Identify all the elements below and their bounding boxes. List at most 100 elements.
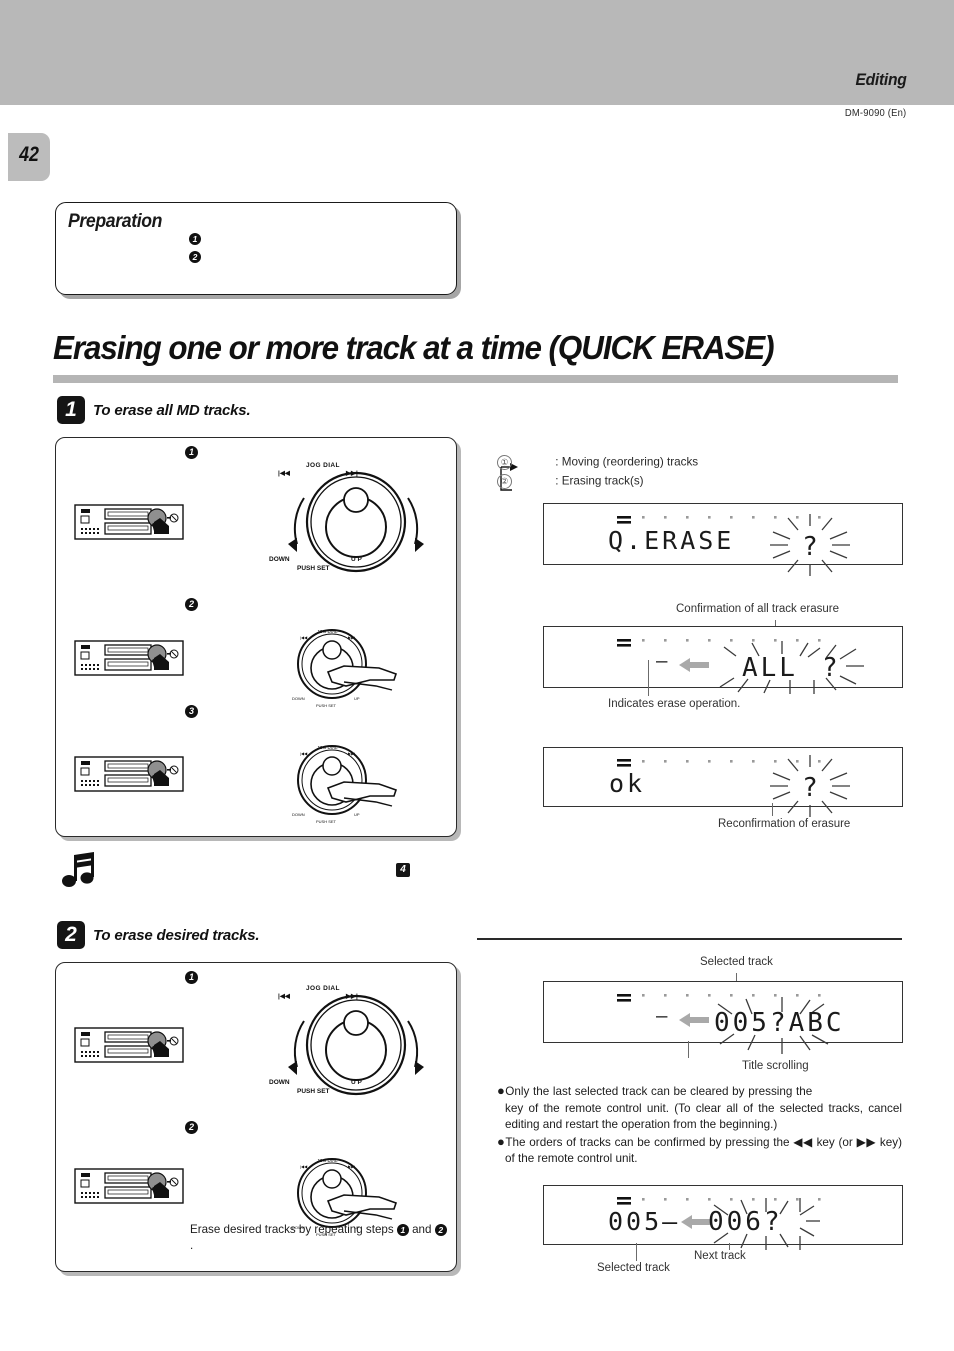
legend-row-1: ① : Moving (reordering) tracks <box>497 455 698 474</box>
md-deck-illustration-2 <box>74 640 184 676</box>
display-flash-burst-5: 006? <box>708 1198 820 1250</box>
svg-text:|◀◀: |◀◀ <box>300 635 308 640</box>
jog-dial-up-label: U P <box>351 556 362 563</box>
music-note-icon <box>62 852 94 887</box>
skip-forward-icon: ▶▶| <box>346 470 358 477</box>
repeat-note-text-after: . <box>190 1239 194 1252</box>
md-deck-illustration-4 <box>74 1027 184 1063</box>
display-ok: ok ? <box>543 747 903 817</box>
step-2-number: 2 <box>57 921 85 949</box>
svg-text:DOWN: DOWN <box>292 812 305 817</box>
figure-2-substep-2-number: 2 <box>185 1121 198 1134</box>
step-1-figure: 1 JOG DIAL |◀◀ ▶▶| DOWN U P PUSH SET 2 J… <box>55 437 457 837</box>
step-2-label: To erase desired tracks. <box>93 927 260 944</box>
display-all-flash: ? <box>822 653 838 683</box>
preparation-item-1-number: 1 <box>189 233 201 245</box>
rewind-key-icon: ◀◀ <box>793 1134 813 1149</box>
note-1-part2: key of the remote control unit. (To clea… <box>505 1101 902 1132</box>
display-q-erase: Q.ERASE ? <box>543 503 903 576</box>
svg-text:?: ? <box>802 532 818 562</box>
display-005-006: 005— 006? <box>543 1185 903 1250</box>
display-dash-indicator <box>617 994 631 1002</box>
display-flash-burst-4: 005?ABC <box>714 997 845 1054</box>
repeat-note-text-before: Erase desired tracks by repeating steps <box>190 1223 394 1236</box>
display-005-abc-callout-bottom: Title scrolling <box>742 1060 809 1072</box>
preparation-item-2-number: 2 <box>189 251 201 263</box>
svg-text:|◀◀: |◀◀ <box>300 751 308 756</box>
display-ok-callout-bottom: Reconfirmation of erasure <box>718 818 851 830</box>
legend-row-2-number: ② <box>497 474 512 489</box>
jog-dial-push-set-label-2: PUSH SET <box>297 1088 330 1095</box>
section-title: Editing <box>854 70 906 89</box>
page-number-tab: 42 <box>8 133 50 181</box>
note-bullet-2: ●The orders of tracks can be confirmed b… <box>497 1134 902 1168</box>
svg-text:JOG DIAL: JOG DIAL <box>317 1158 338 1163</box>
display-005-006-callout-right-leader <box>729 1243 731 1250</box>
svg-text:|◀◀: |◀◀ <box>300 1164 308 1169</box>
jog-dial-label: JOG DIAL <box>306 462 340 469</box>
md-deck-illustration-3 <box>74 756 184 792</box>
display-005-abc-callout-bottom-leader <box>688 1041 690 1058</box>
heading-rule <box>53 375 898 383</box>
svg-text:PUSH SET: PUSH SET <box>316 703 337 708</box>
step-2-marker: 2 <box>57 921 85 949</box>
display-dash-indicator <box>617 639 631 647</box>
md-deck-illustration-1 <box>74 504 184 540</box>
model-code: DM-9090 (En) <box>844 107 906 119</box>
display-all-callout-bottom: Indicates erase operation. <box>608 698 741 710</box>
display-q-erase-text: Q.ERASE <box>608 526 735 555</box>
preparation-box: Preparation 1 2 <box>55 202 457 295</box>
page-title: Erasing one or more track at a time (QUI… <box>53 329 775 366</box>
legend-list: ① : Moving (reordering) tracks ② : Erasi… <box>497 455 698 493</box>
display-005-006-text2: 006? <box>708 1207 783 1237</box>
display-005-006-callout-left-leader <box>636 1243 638 1261</box>
svg-text:JOG DIAL: JOG DIAL <box>317 745 338 750</box>
figure-1-substep-2-number: 2 <box>185 598 198 611</box>
display-005-abc-text: 005?ABC <box>714 1008 845 1038</box>
note-2-part1: The orders of tracks can be confirmed by… <box>505 1135 790 1149</box>
figure-2-substep-1-number: 1 <box>185 971 198 984</box>
display-005-006-callout-left: Selected track <box>597 1262 670 1274</box>
display-all-callout-top: Confirmation of all track erasure <box>676 603 839 615</box>
skip-back-icon: |◀◀ <box>278 470 290 477</box>
svg-text:▶▶|: ▶▶| <box>348 751 355 756</box>
svg-text:▶▶|: ▶▶| <box>348 1164 355 1169</box>
display-005-abc-callout-top: Selected track <box>700 956 773 968</box>
jog-dial-label-2: JOG DIAL <box>306 985 340 992</box>
step-1-number: 1 <box>57 396 85 424</box>
display-all: — ALL ? <box>543 626 903 694</box>
display-005-abc-prefix: — <box>656 1005 671 1027</box>
jog-dial-up-label-2: U P <box>351 1079 362 1086</box>
display-ok-text: ok <box>609 769 646 798</box>
display-all-prefix: — <box>656 650 671 672</box>
repeat-note-num-1: 1 <box>396 1223 409 1236</box>
display-ok-callout-leader <box>772 803 774 816</box>
preparation-item-2: 2 <box>189 251 206 263</box>
jog-dial-down-label-2: DOWN <box>269 1079 290 1086</box>
repeat-note-text-mid: and <box>412 1223 432 1236</box>
md-deck-illustration-5 <box>74 1168 184 1204</box>
display-flash-burst-2: ALL ? <box>719 641 864 694</box>
note-2-part2: key (or <box>816 1135 853 1149</box>
display-flash-burst-1: ? <box>770 514 850 576</box>
jog-dial-down-label: DOWN <box>269 556 290 563</box>
forward-key-icon: ▶▶ <box>856 1134 877 1149</box>
legend-row-2-text: : Erasing track(s) <box>555 474 644 488</box>
legend-row-1-text: : Moving (reordering) tracks <box>555 455 699 469</box>
svg-text:PUSH SET: PUSH SET <box>316 819 337 824</box>
note-bullet-1: ●Only the last selected track can be cle… <box>497 1083 902 1134</box>
figure-1-substep-3-number: 3 <box>185 705 198 718</box>
jog-dial-push-illustration-2: JOG DIAL |◀◀ ▶▶| DOWN UP PUSH SET <box>292 745 398 824</box>
skip-back-icon-2: |◀◀ <box>278 993 290 1000</box>
repeat-note-num-2: 2 <box>434 1223 447 1236</box>
section-rule <box>477 938 902 940</box>
display-ok-flash: ? <box>802 773 818 803</box>
note-1-part1: Only the last selected track can be clea… <box>505 1085 813 1098</box>
step-1-label: To erase all MD tracks. <box>93 402 251 419</box>
display-flash-burst-3: ? <box>770 755 850 817</box>
svg-text:JOG DIAL: JOG DIAL <box>317 629 338 634</box>
figure-1-substep-1-number: 1 <box>185 446 198 459</box>
preparation-item-1: 1 <box>189 233 206 245</box>
header-band <box>0 0 954 105</box>
notes-list: ●Only the last selected track can be cle… <box>497 1083 902 1168</box>
